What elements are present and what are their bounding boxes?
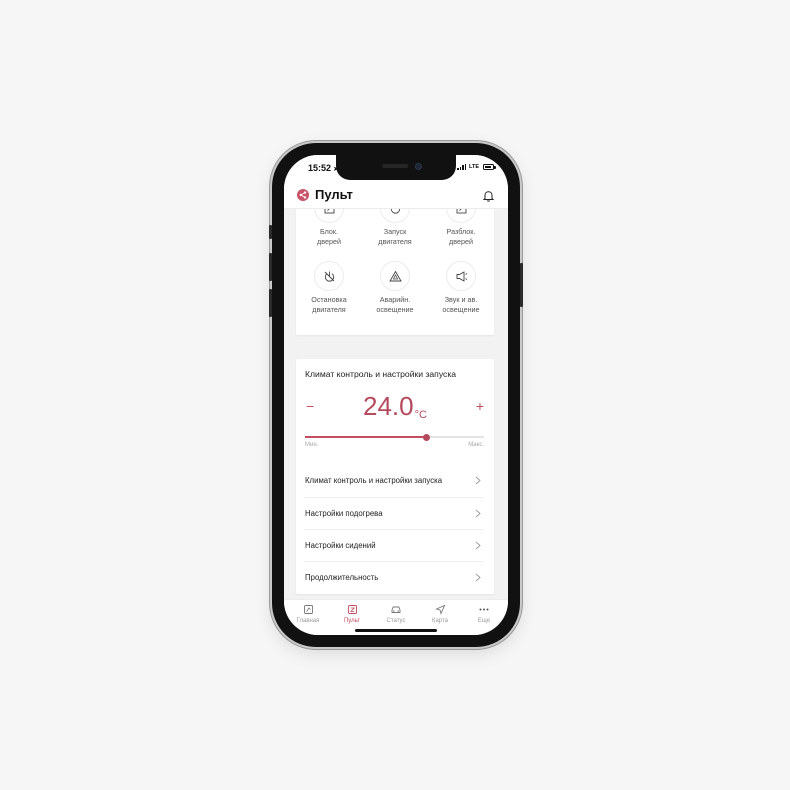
navigation-icon bbox=[418, 604, 462, 616]
network-type: LTE bbox=[469, 164, 479, 170]
status-indicators: LTE bbox=[457, 164, 496, 170]
home-icon bbox=[286, 604, 330, 616]
chevron-right-icon bbox=[475, 573, 481, 582]
tab-label: Карта bbox=[431, 618, 449, 624]
more-icon bbox=[462, 604, 506, 616]
power-icon bbox=[380, 209, 410, 223]
car-icon bbox=[374, 604, 418, 616]
power-off-icon bbox=[314, 261, 344, 291]
action-label: Разблок. дверей bbox=[446, 227, 476, 246]
power-button bbox=[520, 263, 523, 307]
menu-item-duration[interactable]: Продолжительность bbox=[305, 561, 484, 593]
climate-card: Климат контроль и настройки запуска − 24… bbox=[296, 359, 494, 594]
home-indicator bbox=[355, 629, 437, 632]
unlock-doors-button[interactable]: Разблок. дверей bbox=[428, 209, 494, 246]
lock-doors-button[interactable]: Блок. дверей bbox=[296, 209, 362, 246]
slider-fill bbox=[305, 436, 427, 438]
menu-item-climate-settings[interactable]: Климат контроль и настройки запуска bbox=[305, 465, 484, 497]
temperature-value: 24.0 bbox=[363, 391, 414, 421]
action-label: Аварийн. освещение bbox=[376, 295, 414, 314]
stop-engine-button[interactable]: Остановка двигателя bbox=[296, 261, 362, 314]
remote-actions-card: Блок. дверей Запуск двигателя Разблок. д… bbox=[296, 209, 494, 335]
menu-item-label: Настройки сидений bbox=[305, 541, 376, 550]
action-label: Остановка двигателя bbox=[311, 295, 347, 314]
status-time: 15:52➤ bbox=[308, 163, 339, 173]
screen: 15:52➤ LTE Пульт bbox=[284, 155, 508, 635]
remote-icon bbox=[330, 604, 374, 616]
tab-label: Главная bbox=[296, 618, 320, 624]
menu-item-heating-settings[interactable]: Настройки подогрева bbox=[305, 497, 484, 529]
menu-item-label: Продолжительность bbox=[305, 573, 379, 582]
chevron-right-icon bbox=[475, 476, 481, 485]
tab-status[interactable]: Статус bbox=[374, 604, 418, 624]
volume-up-button bbox=[269, 253, 272, 281]
menu-item-label: Настройки подогрева bbox=[305, 509, 383, 518]
menu-item-seat-settings[interactable]: Настройки сидений bbox=[305, 529, 484, 561]
hazard-icon bbox=[380, 261, 410, 291]
app-header: Пульт bbox=[284, 181, 508, 209]
horn-icon bbox=[446, 261, 476, 291]
slider-thumb[interactable] bbox=[423, 433, 431, 441]
bell-icon[interactable] bbox=[482, 189, 495, 207]
menu-item-label: Климат контроль и настройки запуска bbox=[305, 476, 443, 485]
chevron-right-icon bbox=[475, 541, 481, 550]
mute-switch bbox=[269, 225, 272, 239]
tab-label: Еще bbox=[477, 618, 491, 624]
temperature-unit: °C bbox=[414, 409, 427, 421]
action-label: Блок. дверей bbox=[317, 227, 341, 246]
temperature-slider[interactable] bbox=[305, 433, 484, 441]
tab-home[interactable]: Главная bbox=[286, 604, 330, 624]
horn-lights-button[interactable]: Звук и ав. освещение bbox=[428, 261, 494, 314]
chevron-right-icon bbox=[475, 509, 481, 518]
tab-label: Пульт bbox=[343, 618, 361, 624]
action-label: Запуск двигателя bbox=[378, 227, 412, 246]
main-content: Блок. дверей Запуск двигателя Разблок. д… bbox=[284, 209, 508, 599]
unlock-door-icon bbox=[446, 209, 476, 223]
tab-label: Статус bbox=[386, 618, 406, 624]
phone-frame: 15:52➤ LTE Пульт bbox=[269, 143, 523, 647]
action-label: Звук и ав. освещение bbox=[442, 295, 480, 314]
temperature-display: 24.0°C bbox=[296, 391, 494, 421]
tab-more[interactable]: Еще bbox=[462, 604, 506, 624]
signal-icon bbox=[457, 164, 467, 170]
tab-map[interactable]: Карта bbox=[418, 604, 462, 624]
temperature-increase-button[interactable]: + bbox=[476, 399, 484, 413]
notch bbox=[336, 155, 456, 180]
tab-remote[interactable]: Пульт bbox=[330, 604, 374, 624]
lock-door-icon bbox=[314, 209, 344, 223]
slider-min-label: Мин. bbox=[305, 442, 319, 448]
volume-down-button bbox=[269, 289, 272, 317]
start-engine-button[interactable]: Запуск двигателя bbox=[362, 209, 428, 246]
slider-max-label: Макс. bbox=[468, 442, 484, 448]
climate-title: Климат контроль и настройки запуска bbox=[305, 369, 457, 379]
hazard-lights-button[interactable]: Аварийн. освещение bbox=[362, 261, 428, 314]
battery-icon bbox=[483, 164, 496, 170]
page-title: Пульт bbox=[315, 187, 353, 202]
share-icon[interactable] bbox=[297, 189, 309, 201]
